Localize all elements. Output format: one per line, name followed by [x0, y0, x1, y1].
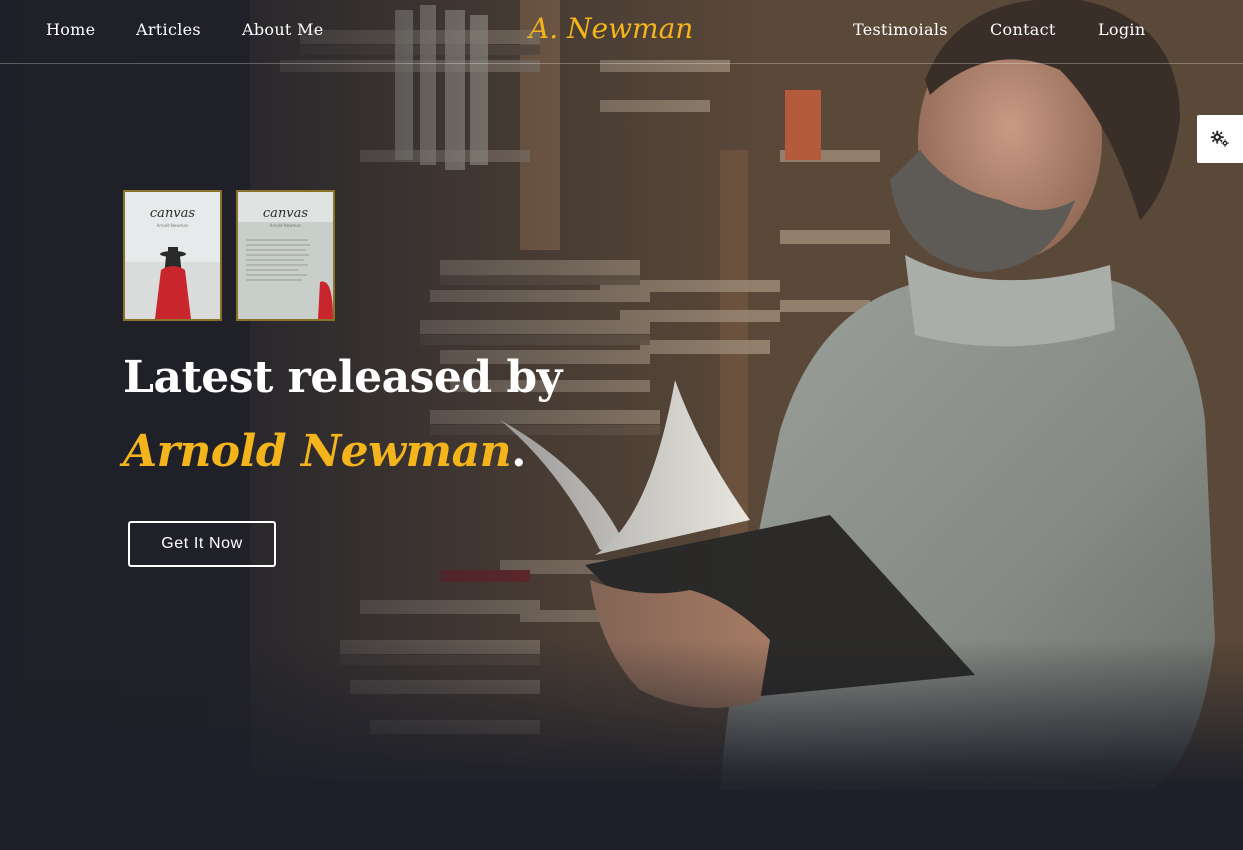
nav-home-link[interactable]: Home [46, 20, 95, 39]
brand-logo[interactable]: A. Newman [529, 12, 693, 45]
hero-overlay [0, 0, 1243, 850]
get-it-now-button[interactable]: Get It Now [128, 521, 276, 567]
author-period: . [511, 426, 526, 477]
nav-contact-link[interactable]: Contact [990, 20, 1056, 39]
hero-author-name: Arnold Newman. [123, 426, 526, 477]
cover-title: canvas [262, 206, 309, 221]
cover-title: canvas [149, 206, 196, 221]
book-cover-2[interactable]: canvas Arnold Newman [236, 190, 335, 321]
nav-testimonials-link[interactable]: Testimoials [853, 20, 948, 39]
nav-login-link[interactable]: Login [1098, 20, 1145, 39]
settings-toggle-button[interactable] [1197, 115, 1243, 163]
cover-author: Arnold Newman [156, 223, 189, 228]
gears-icon [1210, 130, 1229, 148]
nav-articles-link[interactable]: Articles [136, 20, 201, 39]
top-navbar: Home Articles About Me A. Newman Testimo… [0, 0, 1243, 64]
nav-about-link[interactable]: About Me [242, 20, 324, 39]
author-name-text: Arnold Newman [123, 426, 512, 477]
hero-section [0, 0, 1243, 850]
cover-author: Arnold Newman [269, 223, 302, 228]
book-cover-1[interactable]: canvas Arnold Newman [123, 190, 222, 321]
hero-headline: Latest released by [123, 352, 562, 403]
